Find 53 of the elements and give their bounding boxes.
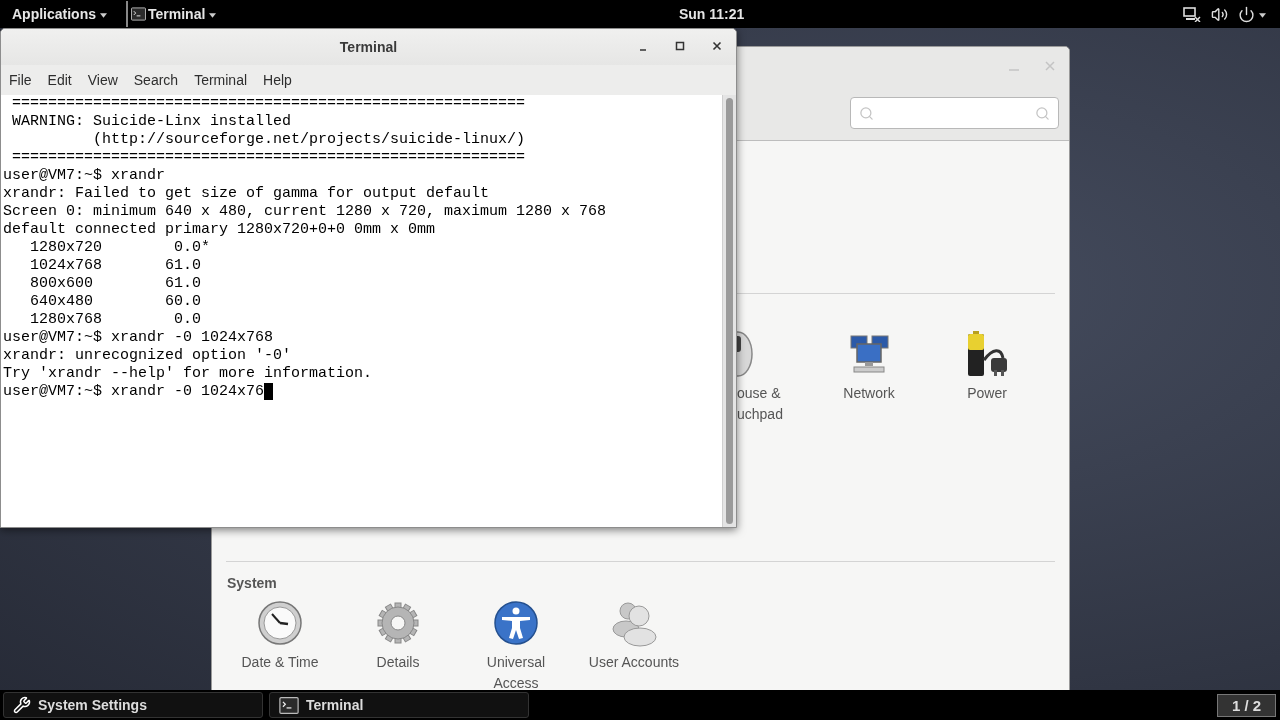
taskbar-button[interactable]: System Settings	[3, 692, 263, 718]
network-offline-icon[interactable]	[1183, 6, 1201, 22]
settings-item[interactable]: ouse & uchpad	[737, 330, 810, 425]
menu-item[interactable]: Terminal	[194, 69, 248, 91]
gear-icon	[374, 599, 422, 647]
menu-item[interactable]: Search	[133, 69, 179, 91]
caret-icon	[209, 12, 217, 18]
terminal-icon	[131, 4, 146, 24]
terminal-line: 640x480 60.0	[29, 293, 202, 311]
scrollbar[interactable]	[722, 95, 736, 527]
app-menu[interactable]: Terminal	[130, 0, 217, 28]
terminal-line: =========================================================	[11, 149, 526, 167]
menu-item[interactable]: File	[9, 69, 32, 91]
menu-item[interactable]: Help	[263, 69, 292, 91]
terminal-line: default connected primary 1280x720+0+0 0mm x 0mm	[3, 221, 436, 239]
section-heading: System	[227, 574, 278, 593]
terminal-line: WARNING: Suicide-Linx installed	[11, 113, 292, 131]
caret-icon	[100, 12, 107, 18]
terminal-line: =========================================================	[11, 95, 526, 113]
window-title: Terminal	[339, 37, 398, 57]
terminal-line: 1280x720 0.0*	[29, 239, 211, 257]
terminal-line: 1024x768 61.0	[29, 257, 202, 275]
maximize-icon[interactable]	[675, 41, 685, 51]
clock-icon	[256, 599, 304, 647]
search-icon	[1035, 105, 1050, 121]
clock[interactable]: Sun 11:21	[678, 3, 745, 25]
search-field[interactable]	[850, 97, 1059, 129]
terminal-line: 1280x768 0.0	[29, 311, 202, 329]
accessibility-icon	[492, 599, 540, 647]
settings-item[interactable]: Network	[810, 330, 928, 425]
taskbar-button[interactable]: Terminal	[269, 692, 529, 718]
terminal-line: user@VM7:~$ xrandr -0 1024x76	[3, 383, 265, 401]
settings-item[interactable]: Power	[928, 330, 1046, 425]
caret-icon	[1259, 12, 1266, 18]
terminal-line: 800x600 61.0	[29, 275, 202, 293]
wrench-icon	[13, 696, 31, 714]
terminal-line: xrandr: Failed to get size of gamma for output default	[3, 185, 490, 203]
workspace-switcher[interactable]: 1 / 2	[1217, 693, 1276, 717]
menu-item[interactable]: Edit	[47, 69, 72, 91]
users-icon	[610, 599, 658, 647]
terminal-line: user@VM7:~$ xrandr -0 1024x768	[3, 329, 274, 347]
terminal-line: (http://sourceforge.net/projects/suicide-linux/)	[92, 131, 526, 149]
terminal-line: user@VM7:~$ xrandr	[3, 167, 166, 185]
terminal-line: Screen 0: minimum 640 x 480, current 1280 x 720, maximum 1280 x 768	[3, 203, 607, 221]
terminal-icon	[279, 696, 299, 714]
applications-menu[interactable]: Applications	[12, 3, 107, 25]
terminal-line: xrandr: unrecognized option '-0'	[3, 347, 292, 365]
power-icon[interactable]	[1238, 5, 1255, 23]
terminal-line: Try 'xrandr --help' for more information.	[3, 365, 373, 383]
menu-item[interactable]: View	[87, 69, 118, 91]
close-icon[interactable]	[712, 41, 722, 51]
search-icon	[859, 105, 874, 121]
volume-icon[interactable]	[1211, 5, 1228, 23]
